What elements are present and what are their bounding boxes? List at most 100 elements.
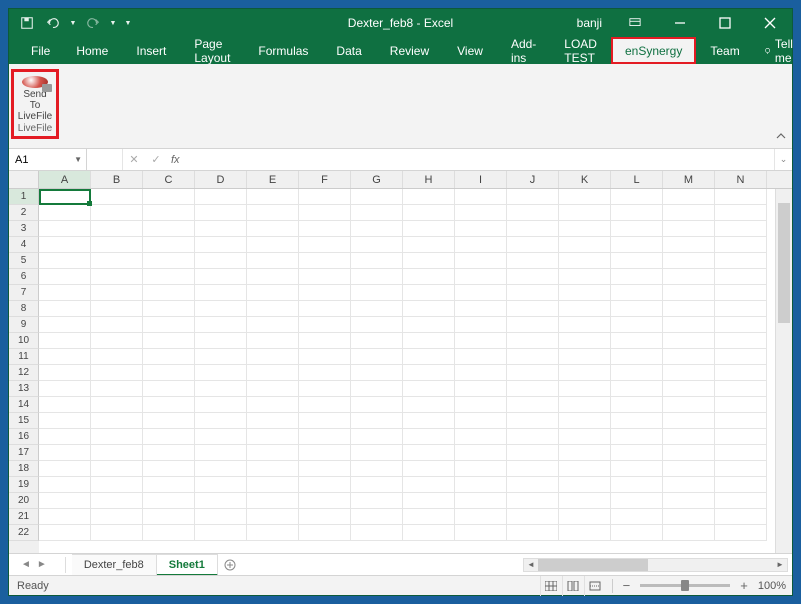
cell[interactable]: [195, 397, 247, 413]
cell[interactable]: [91, 205, 143, 221]
cell[interactable]: [247, 429, 299, 445]
column-header[interactable]: N: [715, 171, 767, 188]
cell[interactable]: [663, 333, 715, 349]
cell[interactable]: [247, 205, 299, 221]
zoom-slider-handle[interactable]: [681, 580, 689, 591]
cell[interactable]: [559, 333, 611, 349]
cell[interactable]: [351, 221, 403, 237]
expand-formula-bar[interactable]: ⌄: [774, 149, 792, 170]
cell[interactable]: [663, 461, 715, 477]
cell[interactable]: [507, 445, 559, 461]
cell[interactable]: [559, 205, 611, 221]
cell[interactable]: [715, 333, 767, 349]
view-normal-button[interactable]: [540, 576, 562, 596]
cell[interactable]: [143, 525, 195, 541]
tab-page-layout[interactable]: Page Layout: [180, 37, 244, 64]
column-header[interactable]: A: [39, 171, 91, 188]
view-page-break-button[interactable]: [584, 576, 606, 596]
cell[interactable]: [247, 445, 299, 461]
cell[interactable]: [715, 509, 767, 525]
cell[interactable]: [455, 189, 507, 205]
cell[interactable]: [351, 493, 403, 509]
username[interactable]: banji: [567, 16, 612, 30]
cell[interactable]: [247, 397, 299, 413]
cell[interactable]: [195, 221, 247, 237]
cell[interactable]: [91, 285, 143, 301]
cell[interactable]: [455, 349, 507, 365]
cell[interactable]: [39, 413, 91, 429]
cell[interactable]: [611, 525, 663, 541]
qat-customize[interactable]: ▼: [121, 11, 135, 35]
cell[interactable]: [403, 365, 455, 381]
row-header[interactable]: 8: [9, 301, 39, 317]
cell[interactable]: [611, 333, 663, 349]
cell[interactable]: [195, 381, 247, 397]
cell[interactable]: [351, 237, 403, 253]
cell[interactable]: [247, 349, 299, 365]
cell[interactable]: [611, 205, 663, 221]
cell[interactable]: [247, 493, 299, 509]
cell[interactable]: [39, 317, 91, 333]
cell[interactable]: [455, 221, 507, 237]
cell[interactable]: [611, 461, 663, 477]
cell[interactable]: [299, 349, 351, 365]
cell[interactable]: [143, 381, 195, 397]
cell[interactable]: [715, 397, 767, 413]
cell[interactable]: [39, 477, 91, 493]
tab-view[interactable]: View: [443, 37, 497, 64]
insert-function-button[interactable]: fx: [167, 149, 184, 170]
cell[interactable]: [611, 221, 663, 237]
column-header[interactable]: K: [559, 171, 611, 188]
undo-dropdown[interactable]: ▼: [67, 11, 79, 35]
cell[interactable]: [663, 269, 715, 285]
row-header[interactable]: 1: [9, 189, 39, 205]
sheet-next-icon[interactable]: ►: [37, 559, 47, 570]
cell[interactable]: [611, 269, 663, 285]
cell[interactable]: [39, 269, 91, 285]
cell[interactable]: [663, 301, 715, 317]
tab-formulas[interactable]: Formulas: [244, 37, 322, 64]
cell[interactable]: [299, 237, 351, 253]
cell[interactable]: [143, 445, 195, 461]
cell[interactable]: [611, 397, 663, 413]
cell[interactable]: [247, 237, 299, 253]
cell[interactable]: [39, 493, 91, 509]
cell[interactable]: [143, 493, 195, 509]
tab-home[interactable]: Home: [62, 37, 122, 64]
cell[interactable]: [39, 461, 91, 477]
cell[interactable]: [299, 397, 351, 413]
cell[interactable]: [91, 461, 143, 477]
cell[interactable]: [299, 221, 351, 237]
cell[interactable]: [715, 429, 767, 445]
cell[interactable]: [403, 381, 455, 397]
cell[interactable]: [39, 333, 91, 349]
vertical-scrollbar[interactable]: [775, 189, 792, 553]
redo-dropdown[interactable]: ▼: [107, 11, 119, 35]
tell-me[interactable]: Tell me: [754, 37, 801, 65]
sheet-tab-dexter[interactable]: Dexter_feb8: [72, 554, 157, 576]
cell[interactable]: [559, 493, 611, 509]
row-header[interactable]: 6: [9, 269, 39, 285]
row-header[interactable]: 22: [9, 525, 39, 541]
cell[interactable]: [663, 445, 715, 461]
cell[interactable]: [663, 493, 715, 509]
cell[interactable]: [559, 509, 611, 525]
cell[interactable]: [299, 253, 351, 269]
cell[interactable]: [403, 237, 455, 253]
redo-button[interactable]: [81, 11, 105, 35]
cell[interactable]: [299, 333, 351, 349]
cell[interactable]: [715, 205, 767, 221]
row-header[interactable]: 17: [9, 445, 39, 461]
cell[interactable]: [247, 525, 299, 541]
send-to-livefile-button[interactable]: Send To LiveFile LiveFile: [11, 69, 59, 139]
cell[interactable]: [715, 413, 767, 429]
select-all-corner[interactable]: [9, 171, 39, 188]
cell[interactable]: [403, 509, 455, 525]
cell[interactable]: [351, 413, 403, 429]
cell[interactable]: [195, 253, 247, 269]
zoom-percentage[interactable]: 100%: [752, 580, 786, 592]
cell[interactable]: [715, 381, 767, 397]
cell[interactable]: [351, 269, 403, 285]
cell[interactable]: [611, 413, 663, 429]
cell[interactable]: [351, 285, 403, 301]
